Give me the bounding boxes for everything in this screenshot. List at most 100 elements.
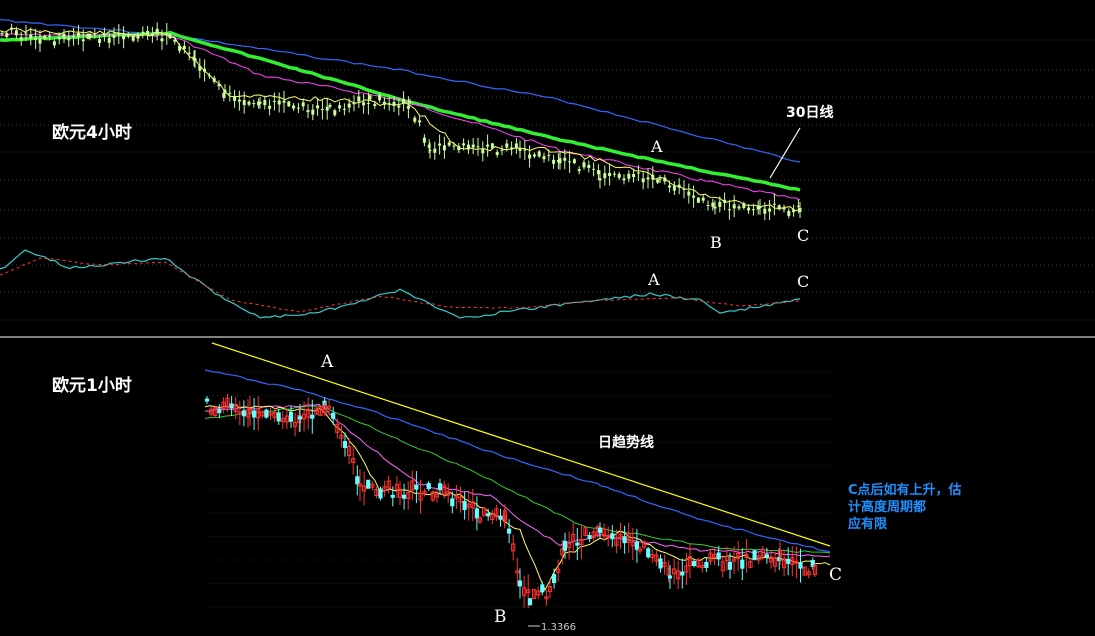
bottom-candle-body	[474, 508, 479, 519]
top-candle-body	[481, 149, 485, 154]
top-candle-body	[587, 164, 591, 168]
top-candle-body	[207, 75, 211, 77]
top-candle-body	[378, 95, 382, 101]
top-candle-body	[751, 209, 755, 211]
top-candle-body	[368, 95, 372, 100]
top-candle-body	[582, 162, 586, 168]
top-candle-body	[292, 105, 296, 109]
low-price-label: 1.3366	[541, 622, 576, 633]
top-candle-body	[62, 33, 66, 39]
bottom-candle-body	[310, 414, 315, 419]
top-candle-body	[52, 41, 56, 46]
bottom-candle-body	[552, 574, 557, 584]
top-candle-body	[247, 101, 251, 105]
note-line-2: 计高度周期都	[848, 499, 926, 515]
top-candle-body	[617, 173, 621, 178]
top-candle-body	[518, 147, 522, 151]
top-candle-body	[10, 27, 14, 30]
top-candle-body	[155, 28, 159, 34]
top-candle-body	[182, 45, 186, 49]
bottom-candle-body	[597, 527, 603, 533]
bottom-candle-body	[610, 533, 615, 540]
top-candle-body	[598, 178, 602, 181]
top-candle-body	[552, 159, 556, 164]
top-candle-body	[656, 179, 660, 183]
top-candle-body	[263, 100, 267, 106]
top-candle-body	[19, 37, 23, 41]
top-point-b-label: B	[710, 233, 722, 252]
top-candle-body	[173, 39, 177, 42]
top-candle-body	[768, 208, 772, 212]
bottom-candle-body	[540, 584, 545, 593]
top-candle-body	[572, 159, 576, 164]
top-candle-body	[706, 205, 710, 207]
top-candle-body	[136, 35, 140, 39]
top-candle-body	[272, 101, 276, 103]
top-candle-body	[632, 174, 636, 178]
top-candle-body	[505, 143, 509, 148]
top-candle-body	[592, 168, 596, 170]
top-candle-body	[747, 207, 751, 211]
top-candle-body	[237, 99, 241, 102]
top-candle-body	[466, 144, 470, 150]
top-candle-body	[542, 156, 546, 160]
bottom-candle-body	[462, 501, 467, 511]
top-panel-grid	[0, 39, 1095, 321]
top-candle-body	[457, 146, 461, 151]
bottom-candle-body	[437, 483, 443, 491]
top-candle-body	[418, 120, 422, 123]
top-candle-body	[603, 173, 607, 179]
top-candle-body	[268, 105, 272, 109]
top-candle-body	[382, 101, 386, 105]
top-candle-body	[568, 161, 572, 163]
top-candle-body	[514, 143, 518, 149]
bottom-candle-body	[426, 483, 431, 490]
top-candle-body	[677, 184, 681, 188]
top-candle-body	[792, 209, 796, 213]
top-oscillator	[0, 249, 801, 319]
top-candle-body	[471, 144, 475, 148]
top-candle-body	[718, 201, 722, 207]
top-candle-body	[81, 39, 85, 42]
top-candle-body	[320, 108, 324, 110]
bottom-candle-body	[402, 494, 407, 499]
top-candle-body	[622, 178, 626, 181]
top-candle-body	[742, 202, 746, 208]
top-candle-body	[342, 108, 346, 110]
bottom-candle-body	[378, 488, 383, 499]
top-candle-body	[347, 103, 351, 108]
bottom-candle-body	[752, 550, 757, 561]
top-candle-body	[160, 38, 164, 42]
top-candle-body	[296, 107, 300, 109]
bottom-candle-body	[634, 541, 639, 550]
top-candle-body	[782, 207, 786, 210]
top-candle-body	[402, 98, 406, 104]
top-candle-body	[5, 33, 9, 38]
top-panel-title: 欧元4小时	[52, 122, 132, 143]
top-candle-body	[98, 39, 102, 44]
top-candle-body	[131, 35, 135, 41]
bottom-ma-long-line	[204, 369, 831, 553]
top-candle-body	[397, 105, 401, 108]
top-osc-c-label: C	[797, 272, 809, 291]
top-candle-body	[612, 173, 616, 175]
top-candle-body	[537, 151, 541, 157]
top-candle-body	[392, 101, 396, 106]
bottom-candle-body	[355, 476, 360, 485]
bottom-candle-body	[217, 409, 222, 414]
bottom-candle-body	[575, 542, 580, 546]
bottom-point-c-label: C	[829, 565, 842, 585]
top-candle-body	[126, 34, 130, 37]
top-candle-body	[713, 206, 717, 209]
top-candle-body	[72, 36, 76, 38]
top-candle-body	[532, 154, 536, 157]
top-candle-body	[428, 150, 432, 152]
top-candle-body	[523, 149, 527, 151]
top-candle-body	[563, 157, 567, 161]
bottom-candle-body	[414, 484, 419, 490]
top-candle-body	[122, 35, 126, 40]
top-candle-body	[668, 185, 672, 188]
bottom-candle-body	[241, 410, 247, 417]
top-candle-body	[798, 208, 802, 212]
bottom-point-a-label: A	[320, 352, 334, 372]
